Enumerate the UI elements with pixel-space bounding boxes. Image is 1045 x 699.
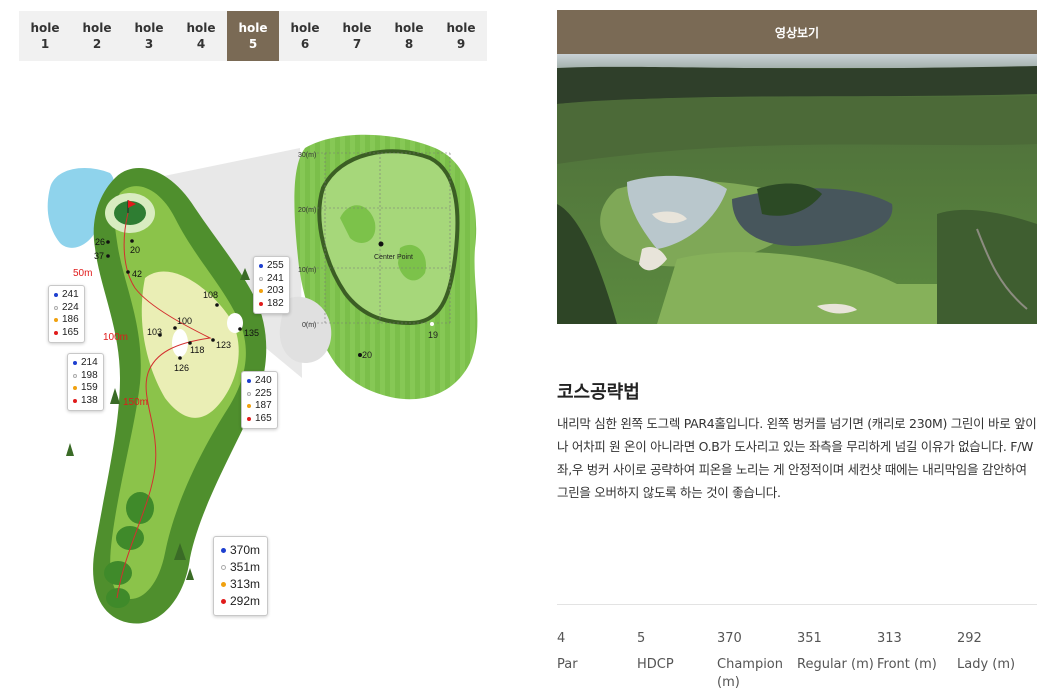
front-tee-dot (247, 404, 251, 409)
regular-tee-dot (247, 391, 251, 396)
yardage-point: 42 (132, 269, 142, 279)
distance-marker: 100m (103, 332, 128, 343)
lady-tee-dot (259, 301, 263, 306)
green-distance: 20 (362, 350, 372, 360)
yardage-point: 37 (94, 251, 104, 261)
divider (557, 604, 1037, 605)
tee-box (104, 561, 132, 585)
hole-tab-5[interactable]: hole 5 (227, 11, 279, 61)
grid-label: 10(m) (298, 267, 316, 274)
hole-tab-label: hole (446, 21, 476, 35)
hole-tab-label: hole (82, 21, 112, 35)
yardage-point: 118 (190, 345, 204, 355)
grid-label: 20(m) (298, 207, 316, 214)
front-tee-dot (221, 582, 226, 587)
green-distance: 19 (428, 330, 438, 340)
stat-lady: 292 Lady (m) (957, 631, 1016, 672)
yardage-box: 255 241 203 182 (253, 256, 290, 314)
tee-box (116, 526, 144, 550)
regular-tee-dot (73, 373, 77, 378)
champion-tee-dot (259, 264, 263, 269)
lady-tee-dot (221, 599, 226, 604)
hole-tabs: hole 1 hole 2 hole 3 hole 4 hole 5 hole 6 hole… (19, 11, 487, 61)
lady-tee-dot (54, 330, 58, 335)
hole-tab-number: 3 (144, 37, 154, 51)
stat-champion: 370 Champion (m) (717, 631, 784, 690)
grid-label: 0(m) (302, 322, 316, 329)
lady-tee-dot (73, 398, 77, 403)
hole-tab-3[interactable]: hole 3 (123, 11, 175, 61)
hole-tab-label: hole (134, 21, 164, 35)
yardage-point: 26 (95, 237, 105, 247)
hole-tab-2[interactable]: hole 2 (71, 11, 123, 61)
hole-tab-label: hole (186, 21, 216, 35)
front-tee-dot (259, 289, 263, 294)
front-tee-dot (54, 318, 58, 323)
regular-tee-dot (221, 565, 226, 570)
hole-tab-9[interactable]: hole 9 (435, 11, 487, 61)
distance-marker: 50m (73, 268, 92, 279)
yardage-point: 123 (216, 340, 231, 350)
regular-tee-dot (54, 305, 58, 310)
yardage-point: 108 (203, 290, 218, 300)
hole-tab-number: 2 (92, 37, 102, 51)
total-distance-box: 370m 351m 313m 292m (213, 536, 269, 616)
yardage-box: 214 198 159 138 (67, 353, 104, 411)
hole-tab-label: hole (394, 21, 424, 35)
hole-tab-number: 1 (40, 37, 50, 51)
watch-video-button[interactable]: 영상보기 (557, 10, 1037, 54)
hole-tab-number: 7 (352, 37, 362, 51)
stat-hdcp: 5 HDCP (637, 631, 674, 672)
course-strategy-title: 코스공략법 (557, 382, 640, 403)
hole-map: 30(m) 20(m) 10(m) 0(m) Center Point 19 2… (40, 128, 500, 628)
hole-tab-label: hole (290, 21, 320, 35)
champion-tee-dot (73, 361, 77, 366)
hole-tab-6[interactable]: hole 6 (279, 11, 331, 61)
tee-box (126, 492, 154, 524)
stat-par: 4 Par (557, 631, 578, 672)
hole-tab-number: 4 (196, 37, 206, 51)
hole-tab-8[interactable]: hole 8 (383, 11, 435, 61)
regular-tee-dot (259, 276, 263, 281)
champion-tee-dot (54, 293, 58, 298)
front-tee-dot (73, 386, 77, 391)
yardage-point: 100 (177, 316, 192, 326)
hole-tab-7[interactable]: hole 7 (331, 11, 383, 61)
hole-tab-number: 9 (456, 37, 466, 51)
course-strategy-description: 내리막 심한 왼쪽 도그렉 PAR4홀입니다. 왼쪽 벙커를 넘기면 (캐리로 … (557, 416, 1037, 500)
hole-tab-4[interactable]: hole 4 (175, 11, 227, 61)
yardage-point: 20 (130, 245, 140, 255)
hole-tab-1[interactable]: hole 1 (19, 11, 71, 61)
stat-front: 313 Front (m) (877, 631, 937, 672)
yardage-box: 241 224 186 165 (48, 285, 85, 343)
aerial-photo (557, 54, 1037, 324)
hole-tab-number: 8 (404, 37, 414, 51)
hole-tab-label: hole (30, 21, 60, 35)
center-point-label: Center Point (374, 254, 413, 261)
yardage-point: 135 (244, 328, 259, 338)
hole-tab-number: 6 (300, 37, 310, 51)
lady-tee-dot (247, 416, 251, 421)
yardage-box: 240 225 187 165 (241, 371, 278, 429)
champion-tee-dot (221, 548, 226, 553)
hole-tab-label: hole (342, 21, 372, 35)
hole-stats: 4 Par 5 HDCP 370 Champion (m) 351 Regular (m… (557, 630, 1037, 692)
grid-label: 30(m) (298, 152, 316, 159)
yardage-point: 103 (147, 327, 162, 337)
yardage-point: 126 (174, 363, 189, 373)
stat-regular: 351 Regular (m) (797, 631, 874, 672)
champion-tee-dot (247, 379, 251, 384)
distance-marker: 150m (123, 397, 148, 408)
hole-tab-number: 5 (248, 37, 258, 51)
hole-tab-label: hole (238, 21, 268, 35)
